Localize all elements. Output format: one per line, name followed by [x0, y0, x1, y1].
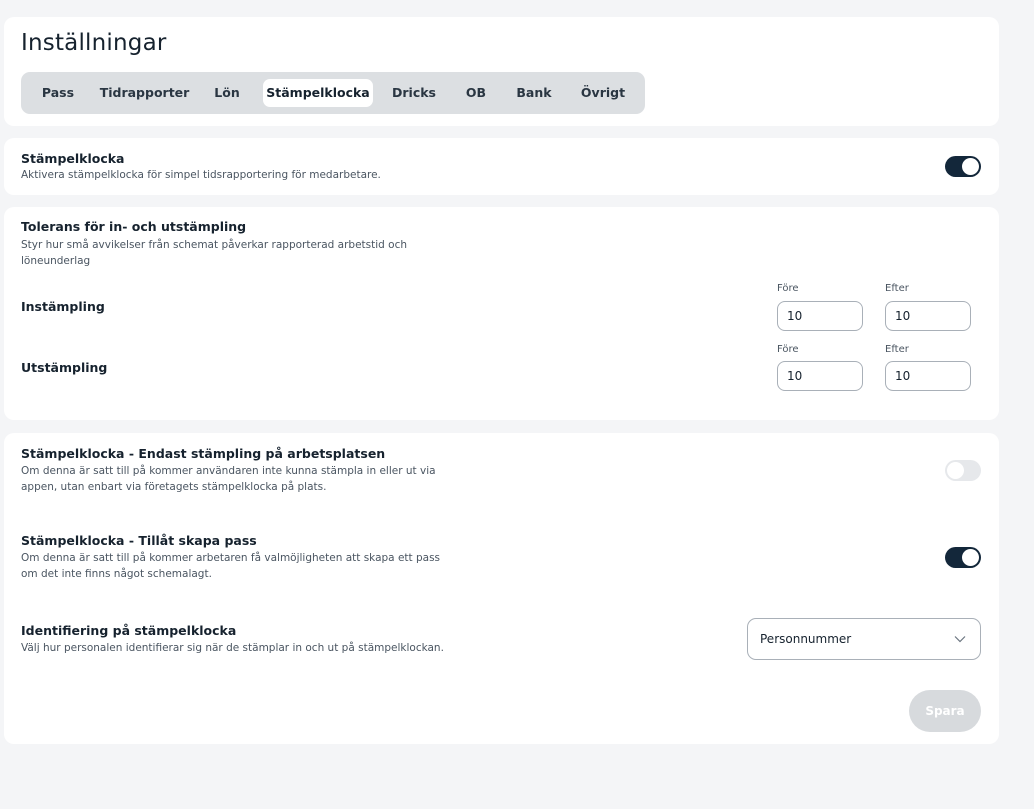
clock-in-label: Instämpling: [21, 299, 105, 314]
clock-in-before-input[interactable]: [777, 301, 863, 331]
identification-select[interactable]: Personnummer: [747, 618, 981, 660]
clock-out-before-input[interactable]: [777, 361, 863, 391]
page-title: Inställningar: [21, 30, 167, 56]
onsite-only-toggle[interactable]: [945, 460, 981, 481]
tolerance-description: Styr hur små avvikelser från schemat påv…: [21, 239, 408, 267]
settings-header-card: Inställningar Pass Tidrapporter Lön Stäm…: [4, 17, 999, 126]
tolerance-title: Tolerans för in- och utstämpling: [21, 219, 247, 234]
clock-in-after-input[interactable]: [885, 301, 971, 331]
tab-ob[interactable]: OB: [455, 79, 497, 107]
toggle-knob: [962, 549, 979, 566]
settings-tabs: Pass Tidrapporter Lön Stämpelklocka Dric…: [21, 72, 645, 114]
save-button[interactable]: Spara: [909, 690, 981, 732]
tab-lon[interactable]: Lön: [207, 79, 247, 107]
tab-dricks[interactable]: Dricks: [387, 79, 441, 107]
onsite-only-description: Om denna är satt till på kommer användar…: [21, 465, 436, 493]
allow-create-shift-description: Om denna är satt till på kommer arbetare…: [21, 552, 441, 580]
punch-clock-options-card: Stämpelklocka - Endast stämpling på arbe…: [4, 433, 999, 744]
tab-tidrapporter[interactable]: Tidrapporter: [96, 79, 193, 107]
tab-pass[interactable]: Pass: [33, 79, 83, 107]
identification-description: Välj hur personalen identifierar sig när…: [21, 642, 444, 654]
tab-ovrigt[interactable]: Övrigt: [577, 79, 629, 107]
clock-in-before-label: Före: [777, 283, 799, 294]
identification-title: Identifiering på stämpelklocka: [21, 623, 237, 638]
punch-clock-toggle[interactable]: [945, 156, 981, 177]
clock-in-after-label: Efter: [885, 283, 909, 294]
tab-stampelklocka[interactable]: Stämpelklocka: [263, 79, 373, 107]
chevron-down-icon: [954, 636, 966, 643]
allow-create-shift-title: Stämpelklocka - Tillåt skapa pass: [21, 533, 257, 548]
punch-clock-description: Aktivera stämpelklocka för simpel tidsra…: [21, 169, 381, 181]
tolerance-card: Tolerans för in- och utstämpling Styr hu…: [4, 207, 999, 420]
clock-out-before-label: Före: [777, 344, 799, 355]
allow-create-shift-toggle[interactable]: [945, 547, 981, 568]
punch-clock-card: Stämpelklocka Aktivera stämpelklocka för…: [4, 138, 999, 195]
tab-bank[interactable]: Bank: [511, 79, 557, 107]
punch-clock-title: Stämpelklocka: [21, 151, 125, 166]
onsite-only-title: Stämpelklocka - Endast stämpling på arbe…: [21, 446, 386, 461]
clock-out-after-input[interactable]: [885, 361, 971, 391]
toggle-knob: [947, 462, 964, 479]
clock-out-label: Utstämpling: [21, 360, 108, 375]
toggle-knob: [962, 158, 979, 175]
identification-select-value: Personnummer: [760, 632, 852, 646]
clock-out-after-label: Efter: [885, 344, 909, 355]
